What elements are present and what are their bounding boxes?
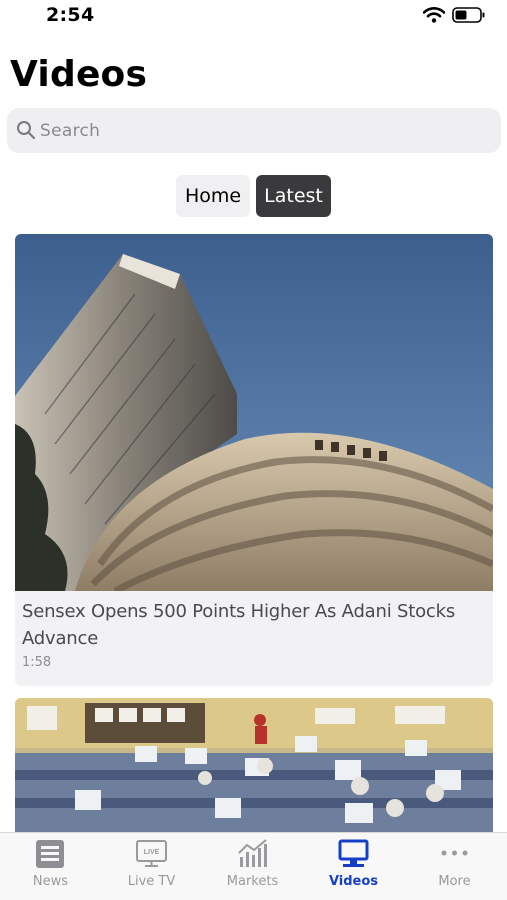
tab-home[interactable]: Home [176,175,250,217]
video-card[interactable] [15,698,493,838]
tab-live-tv[interactable]: LIVE Live TV [101,833,202,900]
battery-icon [452,7,485,23]
tab-label: Live TV [127,874,176,889]
wifi-icon [423,7,445,23]
search-input[interactable] [40,108,490,153]
tab-label: Markets [226,874,279,889]
tab-videos[interactable]: Videos [303,833,404,900]
page-title: Videos [10,54,148,95]
video-card[interactable]: Sensex Opens 500 Points Higher As Adani … [15,234,493,686]
video-thumbnail[interactable] [15,698,493,838]
live-tv-icon: LIVE [136,840,167,867]
search-icon [17,121,36,140]
tab-news[interactable]: News [0,833,101,900]
news-icon [36,840,64,868]
tab-label: News [32,874,69,889]
video-thumbnail[interactable] [15,234,493,591]
status-time: 2:54 [46,4,95,26]
videos-icon [338,839,369,867]
status-bar: 2:54 [0,0,507,30]
tab-label: More [438,874,471,889]
more-icon [441,850,468,856]
svg-text:LIVE: LIVE [144,849,160,856]
tab-latest[interactable]: Latest [256,175,331,217]
tab-markets[interactable]: Markets [202,833,303,900]
videos-screen: 2:54 Videos Home Latest [0,0,507,900]
video-title[interactable]: Sensex Opens 500 Points Higher As Adani … [22,598,482,652]
markets-icon [238,839,267,867]
tab-label: Videos [328,874,379,889]
search-bar[interactable] [7,108,501,153]
video-duration: 1:58 [22,655,52,670]
tab-more[interactable]: More [404,833,505,900]
tab-bar: News LIVE Live TV Markets Videos More [0,832,507,900]
